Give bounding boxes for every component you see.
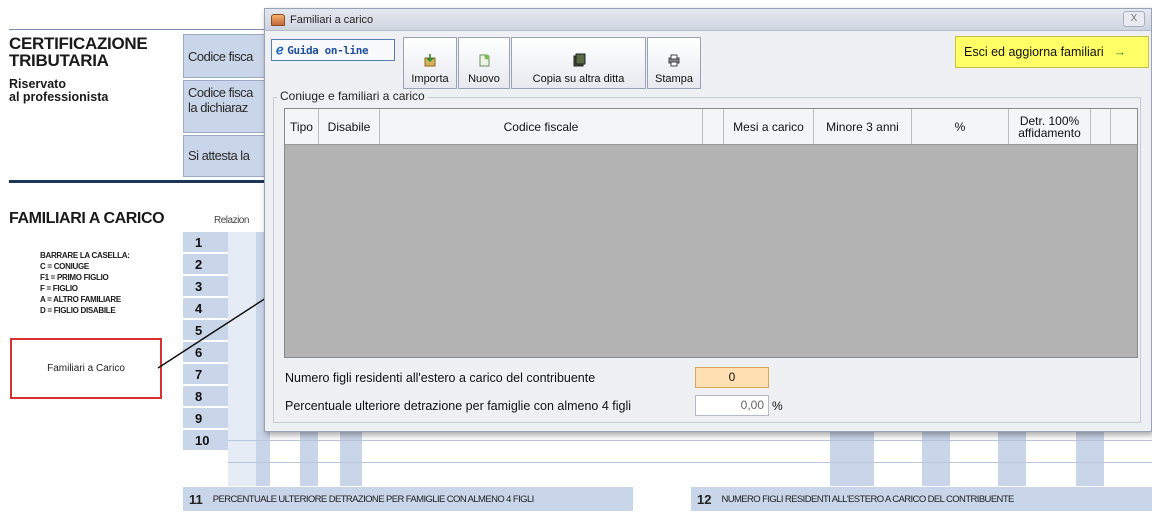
group-label: Coniuge e familiari a carico — [277, 89, 428, 103]
codice-fiscale-field-1[interactable]: Codice fisca — [183, 34, 267, 78]
familiari-a-carico-label: Familiari a Carico — [47, 363, 125, 374]
stampa-label: Stampa — [655, 73, 693, 85]
guida-online-label: Guida on-line — [287, 43, 369, 57]
column-header-codice-fiscale[interactable]: Codice fiscale — [380, 109, 703, 144]
dialog-titlebar[interactable]: Familiari a carico X — [265, 9, 1151, 31]
familiari-a-carico-link[interactable]: Familiari a Carico — [10, 338, 162, 399]
importa-label: Importa — [411, 73, 449, 85]
row-number: 7 — [183, 364, 228, 385]
copia-label: Copia su altra ditta — [532, 73, 625, 85]
familiari-section-title: FAMILIARI A CARICO — [9, 210, 165, 227]
importa-button[interactable]: Importa — [403, 37, 457, 89]
top-divider — [9, 29, 269, 30]
familiari-dialog: Familiari a carico X ℯ Guida on-line Imp… — [264, 8, 1152, 432]
column-header-detr-affidamento[interactable]: Detr. 100% affidamento — [1009, 109, 1091, 144]
legend-line: BARRARE LA CASELLA: — [40, 251, 130, 260]
legend-line: C = CONIUGE — [40, 262, 89, 271]
guida-online-button[interactable]: ℯ Guida on-line — [271, 39, 395, 61]
column-header-mesi-a-carico[interactable]: Mesi a carico — [724, 109, 814, 144]
attestazione-field[interactable]: Si attesta la — [183, 135, 267, 177]
familiari-table[interactable]: Tipo Disabile Codice fiscale Mesi a cari… — [284, 108, 1138, 358]
row-12-label: NUMERO FIGLI RESIDENTI ALL'ESTERO A CARI… — [721, 493, 1014, 505]
bottom-row-12: 12 NUMERO FIGLI RESIDENTI ALL'ESTERO A C… — [691, 487, 1152, 511]
legend-line: F1 = PRIMO FIGLIO — [40, 273, 109, 282]
grid-row-line — [228, 440, 1152, 441]
browser-icon: ℯ — [276, 42, 284, 57]
column-header-disabile[interactable]: Disabile — [319, 109, 380, 144]
close-button[interactable]: X — [1123, 11, 1145, 27]
grid-column — [228, 232, 256, 486]
row-number: 3 — [183, 276, 228, 297]
legend-line: D = FIGLIO DISABILE — [40, 306, 116, 315]
row-12-number: 12 — [697, 491, 712, 507]
numero-figli-field[interactable]: 0 — [695, 367, 769, 388]
row-11-number: 11 — [189, 491, 203, 507]
legend: BARRARE LA CASELLA: C = CONIUGE F1 = PRI… — [40, 250, 130, 316]
row-number: 9 — [183, 408, 228, 429]
import-icon — [424, 54, 436, 67]
section-divider — [9, 180, 269, 183]
column-header-end — [1091, 109, 1111, 144]
row-number: 6 — [183, 342, 228, 363]
percent-unit: % — [772, 399, 783, 413]
row-number: 2 — [183, 254, 228, 275]
table-header: Tipo Disabile Codice fiscale Mesi a cari… — [285, 109, 1137, 145]
row-number: 5 — [183, 320, 228, 341]
numero-figli-label: Numero figli residenti all'estero a cari… — [285, 371, 596, 385]
row-number: 10 — [183, 430, 228, 451]
bottom-row-11: 11 PERCENTUALE ULTERIORE DETRAZIONE PER … — [183, 487, 633, 511]
copia-altra-ditta-button[interactable]: Copia su altra ditta — [511, 37, 646, 89]
form-title: CERTIFICAZIONE TRIBUTARIA — [9, 34, 148, 70]
printer-icon — [668, 54, 680, 67]
esci-aggiorna-button[interactable]: Esci ed aggiorna familiari → — [955, 36, 1149, 68]
esci-label: Esci ed aggiorna familiari — [964, 45, 1104, 59]
dialog-title: Familiari a carico — [290, 13, 374, 26]
stampa-button[interactable]: Stampa — [647, 37, 701, 89]
row-11-label: PERCENTUALE ULTERIORE DETRAZIONE PER FAM… — [212, 493, 535, 505]
relazione-column-label: Relazion — [214, 215, 249, 226]
percentuale-field[interactable]: 0,00 — [695, 395, 769, 416]
grid-row-line — [228, 462, 1152, 463]
codice-fiscale-field-2[interactable]: Codice fisca la dichiaraz — [183, 80, 267, 133]
column-header-minore-3-anni[interactable]: Minore 3 anni — [814, 109, 912, 144]
nuovo-button[interactable]: Nuovo — [458, 37, 510, 89]
app-icon — [271, 13, 285, 26]
column-header-tipo[interactable]: Tipo — [285, 109, 319, 144]
percentuale-label: Percentuale ulteriore detrazione per fam… — [285, 399, 632, 413]
legend-line: F = FIGLIO — [40, 284, 78, 293]
row-number: 1 — [183, 232, 228, 253]
copy-icon — [573, 53, 585, 67]
new-icon — [479, 54, 490, 67]
screen: CERTIFICAZIONE TRIBUTARIA Riservato al p… — [0, 0, 1152, 514]
nuovo-label: Nuovo — [468, 73, 500, 85]
column-header-blank[interactable] — [703, 109, 724, 144]
row-number: 8 — [183, 386, 228, 407]
legend-line: A = ALTRO FAMILIARE — [40, 295, 121, 304]
column-header-percentuale[interactable]: % — [912, 109, 1009, 144]
exit-arrow-icon: → — [1113, 45, 1127, 59]
row-number: 4 — [183, 298, 228, 319]
form-subtitle: Riservato al professionista — [9, 77, 109, 104]
